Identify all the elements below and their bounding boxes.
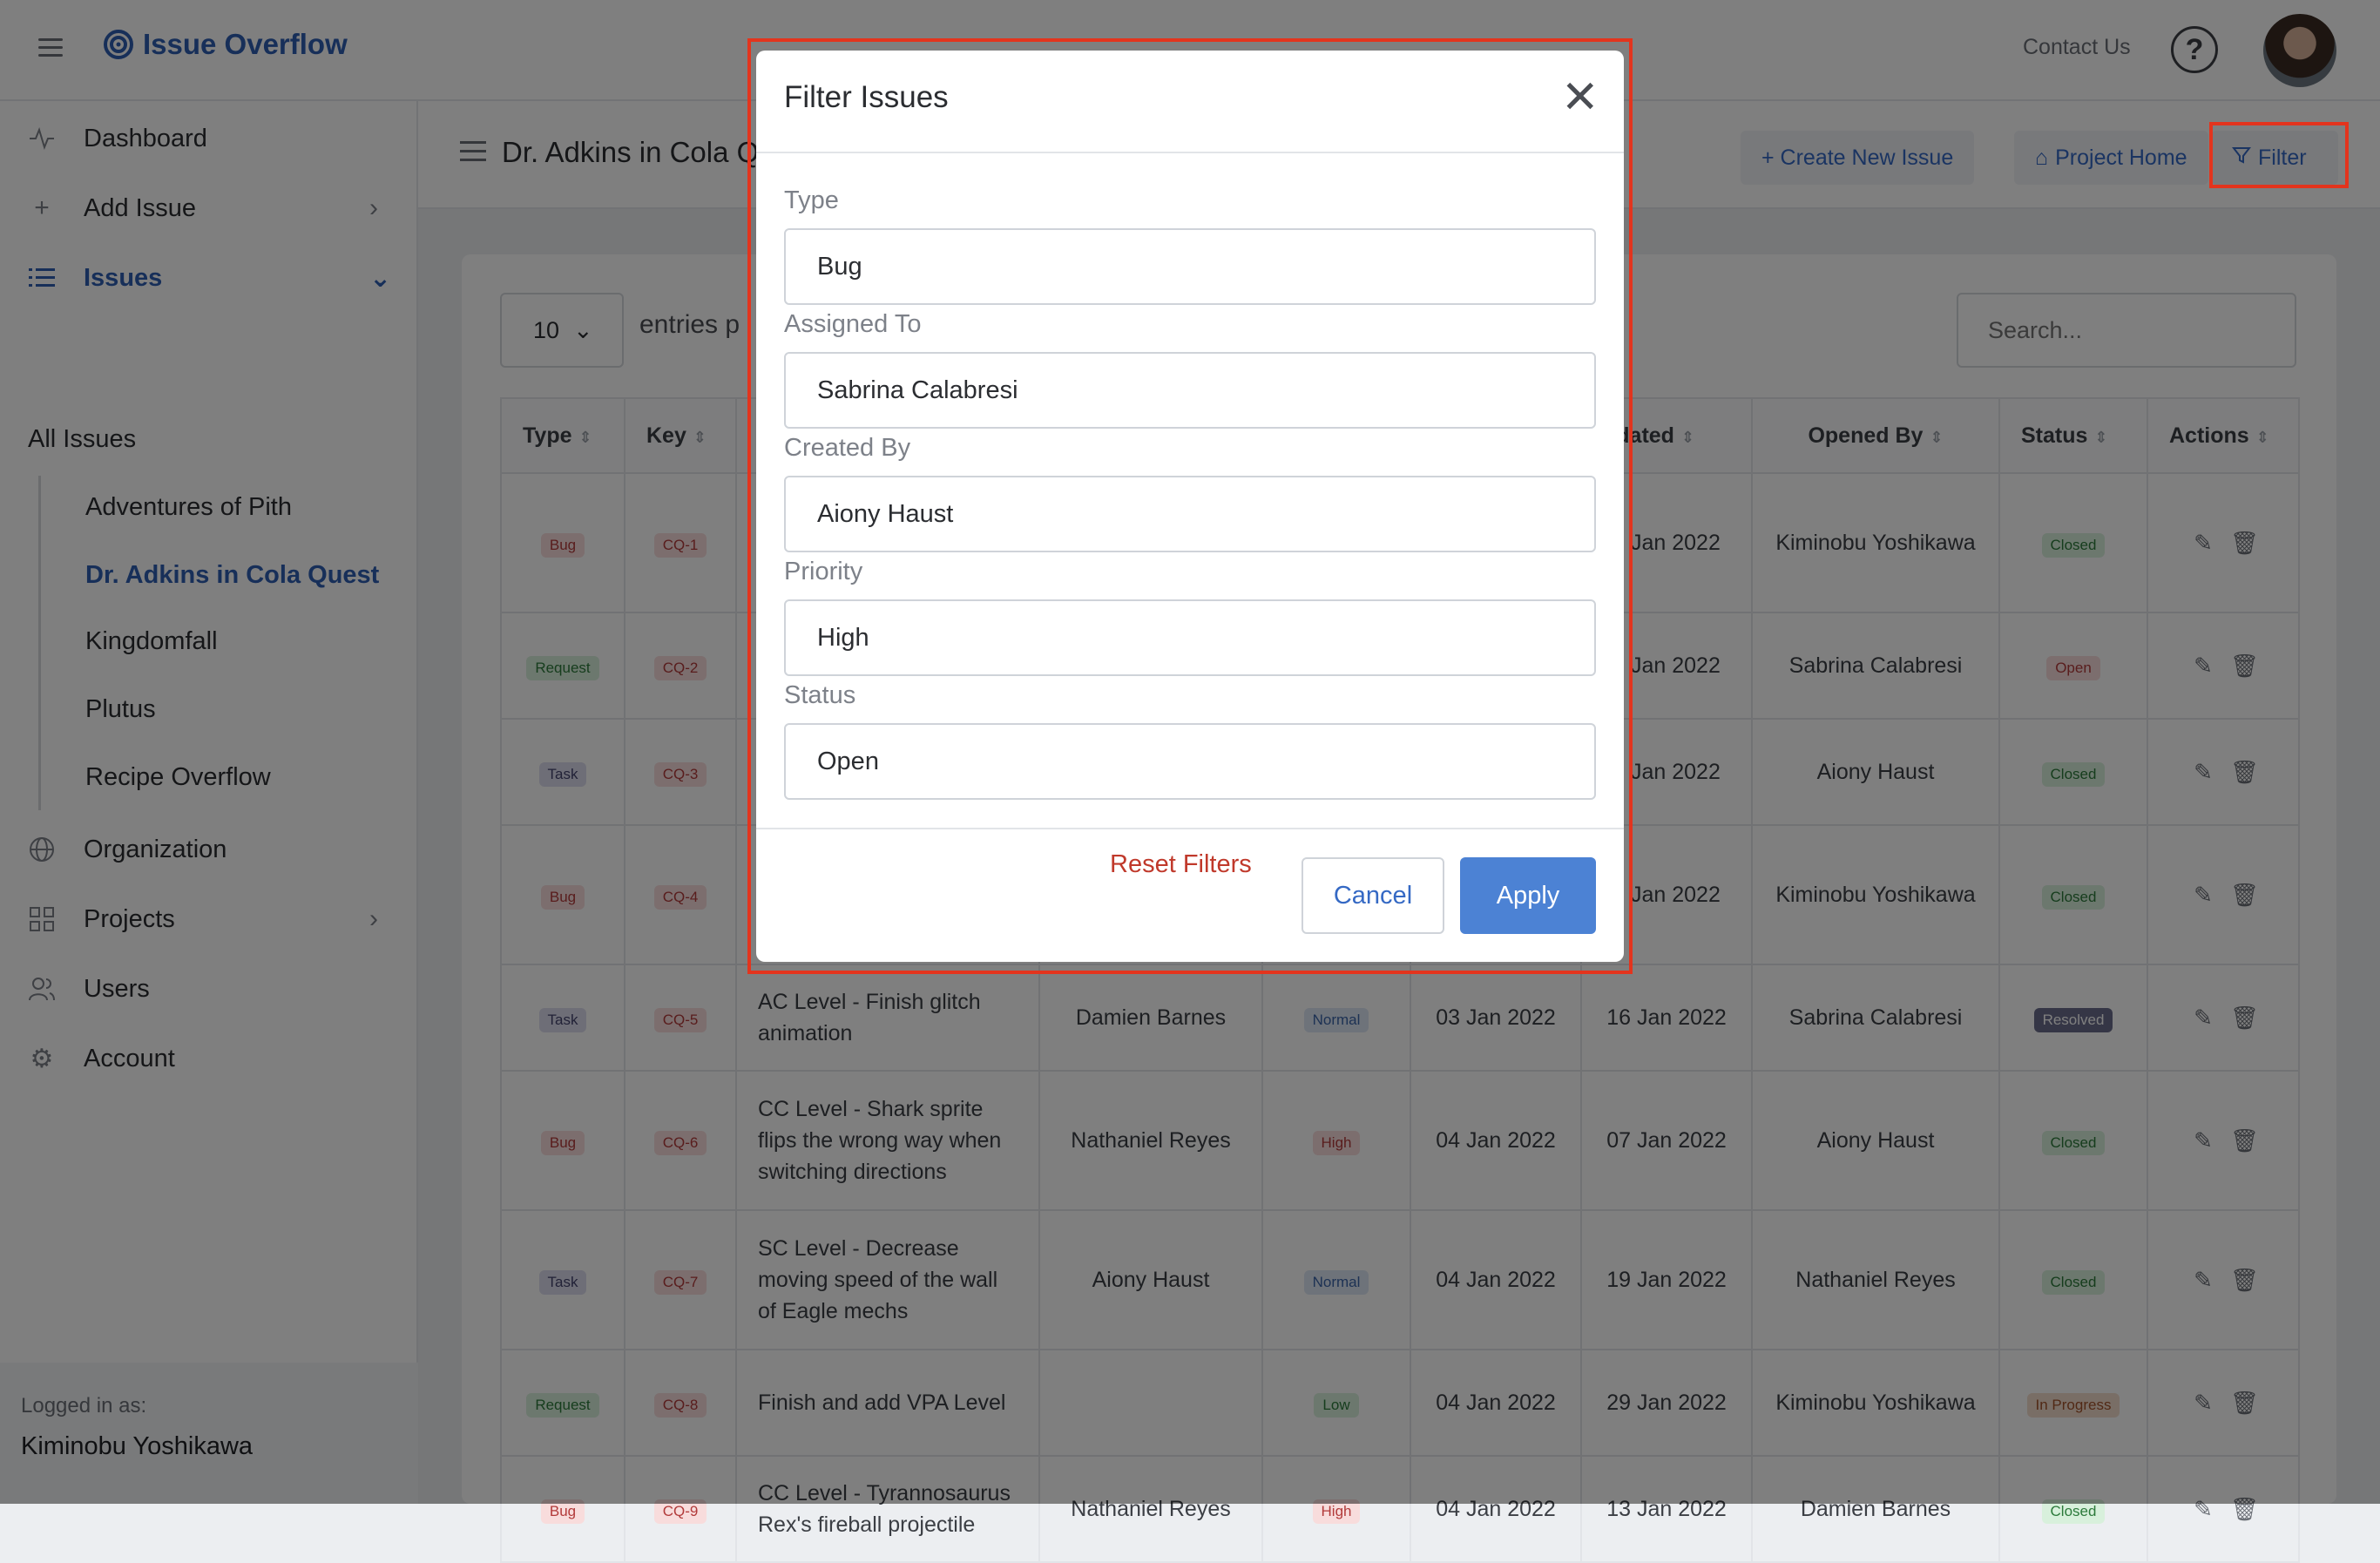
status-field[interactable] <box>784 723 1596 800</box>
created-by-field[interactable] <box>784 476 1596 552</box>
status-label: Status <box>784 681 856 709</box>
modal-title: Filter Issues <box>784 80 949 114</box>
divider <box>756 152 1624 153</box>
highlight-filter-button <box>2209 122 2349 188</box>
created-by-label: Created By <box>784 434 911 462</box>
type-field[interactable] <box>784 228 1596 305</box>
close-icon[interactable]: ✕ <box>1561 75 1599 120</box>
divider <box>756 828 1624 829</box>
filter-modal: Filter Issues ✕ Type Assigned To Created… <box>756 51 1624 962</box>
reset-filters-button[interactable]: Reset Filters <box>1110 850 1252 879</box>
priority-label: Priority <box>784 558 863 585</box>
assigned-to-field[interactable] <box>784 352 1596 429</box>
apply-button[interactable]: Apply <box>1460 857 1596 934</box>
cancel-button[interactable]: Cancel <box>1302 857 1444 934</box>
assigned-to-label: Assigned To <box>784 310 922 338</box>
priority-field[interactable] <box>784 599 1596 676</box>
type-label: Type <box>784 186 839 214</box>
